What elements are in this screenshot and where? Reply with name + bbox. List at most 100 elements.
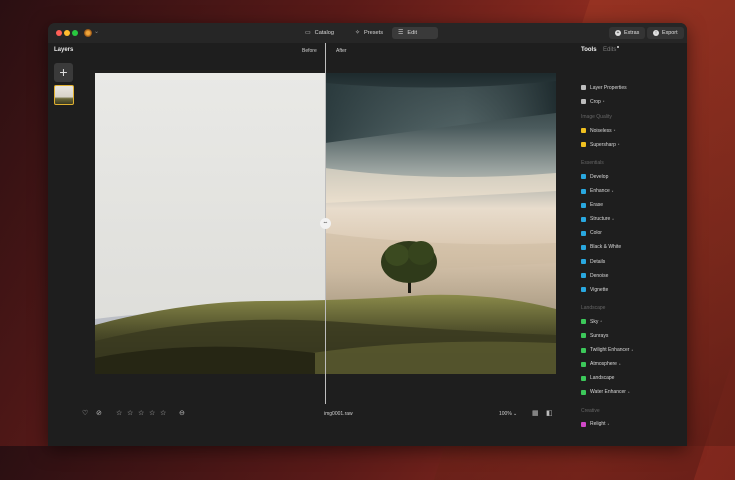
chevron-down-icon[interactable]: ⌄ xyxy=(94,28,99,35)
close-window-button[interactable] xyxy=(56,30,62,36)
tool-item-label: Black & White xyxy=(590,244,622,251)
color-icon xyxy=(581,230,586,236)
landscape-icon xyxy=(581,375,586,381)
layers-title: Layers xyxy=(54,47,74,53)
tool-item-enhance[interactable]: Enhance * xyxy=(581,187,613,196)
layers-icon xyxy=(581,85,586,90)
tool-item-twilight-enhancer[interactable]: Twilight Enhancer * xyxy=(581,346,633,355)
tab-catalog[interactable]: ▭ Catalog xyxy=(299,27,340,39)
tool-item-water-enhancer[interactable]: Water Enhancer * xyxy=(581,388,630,397)
reject-icon[interactable]: ⊖ xyxy=(179,409,185,417)
modified-star-icon: * xyxy=(631,347,634,353)
denoise-icon xyxy=(581,273,586,279)
tab-presets[interactable]: ✧ Presets xyxy=(349,27,389,39)
tool-item-label: Color xyxy=(590,230,602,237)
heart-icon[interactable]: ♡ xyxy=(82,409,88,417)
modified-star-icon: * xyxy=(600,319,602,325)
noiseless-icon xyxy=(581,128,586,134)
tab-tools[interactable]: Tools xyxy=(581,47,597,53)
tool-item-label: Details xyxy=(590,258,606,265)
modified-star-icon: * xyxy=(612,216,614,222)
tool-item-label: Supersharp xyxy=(590,141,616,148)
details-icon xyxy=(581,259,586,264)
rating-star-1[interactable]: ☆ xyxy=(116,409,122,417)
edits-indicator-dot xyxy=(617,46,619,48)
tool-item-label: Structure xyxy=(590,216,611,223)
title-bar: ⌄ ▭ Catalog ✧ Presets ☰ Edit + Extras ↑ … xyxy=(48,23,687,43)
tool-item-label: Vignette xyxy=(590,286,609,293)
tool-item-layer-properties[interactable]: Layer Properties xyxy=(581,83,627,92)
supersharp-icon xyxy=(581,142,586,148)
export-button[interactable]: ↑ Export xyxy=(647,27,684,39)
tool-item-noiseless[interactable]: Noiseless * xyxy=(581,126,615,135)
atmosphere-icon xyxy=(581,361,586,367)
section-title: Image Quality xyxy=(581,114,612,121)
tool-item-black-white[interactable]: Black & White xyxy=(581,243,621,252)
modified-star-icon: * xyxy=(602,99,605,105)
modified-star-icon: * xyxy=(607,421,610,427)
modified-star-icon: * xyxy=(617,142,620,148)
zoom-level[interactable]: 100% xyxy=(499,411,512,417)
modified-star-icon: * xyxy=(613,128,616,134)
zoom-chevron-icon[interactable]: ⌄ xyxy=(513,411,517,417)
section-title: Essentials xyxy=(581,160,604,167)
app-logo-icon[interactable] xyxy=(84,29,92,37)
tool-item-denoise[interactable]: Denoise xyxy=(581,271,608,280)
tool-item-label: Relight xyxy=(590,421,606,428)
tool-item-relight[interactable]: Relight * xyxy=(581,420,609,429)
tool-item-label: Landscape xyxy=(590,375,615,382)
rating-star-3[interactable]: ☆ xyxy=(138,409,144,417)
tool-item-atmosphere[interactable]: Atmosphere * xyxy=(581,360,621,369)
tab-edit[interactable]: ☰ Edit xyxy=(392,27,438,39)
modified-star-icon: * xyxy=(627,389,630,395)
plus-icon: + xyxy=(615,30,621,36)
tool-item-sky[interactable]: Sky * xyxy=(581,317,602,326)
tool-item-sunrays[interactable]: Sunrays xyxy=(581,331,608,340)
catalog-icon: ▭ xyxy=(305,30,311,36)
tool-item-label: Sky xyxy=(590,318,599,325)
tools-sidebar: Tools Edits Layer Properties Crop * Image Q… xyxy=(556,43,687,446)
section-title: Creative xyxy=(581,407,600,414)
minimize-window-button[interactable] xyxy=(64,30,70,36)
tool-item-label: Water Enhancer xyxy=(590,389,626,396)
filename-label: img0001.raw xyxy=(324,411,353,417)
compare-handle-icon[interactable]: ⇔ xyxy=(320,218,331,229)
enhance-icon xyxy=(581,188,586,194)
grid-view-icon[interactable]: ▦ xyxy=(532,409,539,417)
modified-star-icon: * xyxy=(618,361,621,367)
tool-item-label: Layer Properties xyxy=(590,84,627,91)
tool-item-label: Enhance xyxy=(590,188,610,194)
rating-star-4[interactable]: ☆ xyxy=(149,409,155,417)
export-label: Export xyxy=(662,30,678,36)
tool-item-label: Twilight Enhancer xyxy=(590,347,630,353)
extras-button[interactable]: + Extras xyxy=(609,27,646,39)
tool-item-structure[interactable]: Structure * xyxy=(581,215,614,224)
rating-star-2[interactable]: ☆ xyxy=(127,409,133,417)
presets-icon: ✧ xyxy=(355,30,361,36)
section-title: Landscape xyxy=(581,305,606,312)
modified-star-icon: * xyxy=(611,188,614,194)
tool-item-color[interactable]: Color xyxy=(581,229,602,238)
sliders-icon: ☰ xyxy=(398,30,404,36)
layer-thumbnail[interactable] xyxy=(54,85,74,105)
tool-item-supersharp[interactable]: Supersharp * xyxy=(581,140,619,149)
tool-item-label: Sunrays xyxy=(590,332,609,339)
tool-item-label: Crop xyxy=(590,98,601,105)
before-label: Before xyxy=(302,48,317,54)
tool-item-label: Erase xyxy=(590,202,604,209)
tool-item-vignette[interactable]: Vignette xyxy=(581,285,608,294)
tool-item-erase[interactable]: Erase xyxy=(581,201,603,210)
tool-item-details[interactable]: Details xyxy=(581,257,605,266)
tool-item-landscape[interactable]: Landscape xyxy=(581,374,614,383)
tab-presets-label: Presets xyxy=(364,30,383,36)
rating-star-5[interactable]: ☆ xyxy=(160,409,166,417)
tool-item-crop[interactable]: Crop * xyxy=(581,97,604,106)
tool-item-develop[interactable]: Develop xyxy=(581,172,608,181)
zoom-window-button[interactable] xyxy=(72,30,78,36)
develop-icon xyxy=(581,174,586,180)
split-view-icon[interactable]: ◧ xyxy=(546,409,553,417)
add-layer-button[interactable]: + xyxy=(54,63,73,82)
flag-icon[interactable]: ⊘ xyxy=(96,409,102,417)
tab-edits[interactable]: Edits xyxy=(603,47,616,53)
relight-icon xyxy=(581,421,586,427)
